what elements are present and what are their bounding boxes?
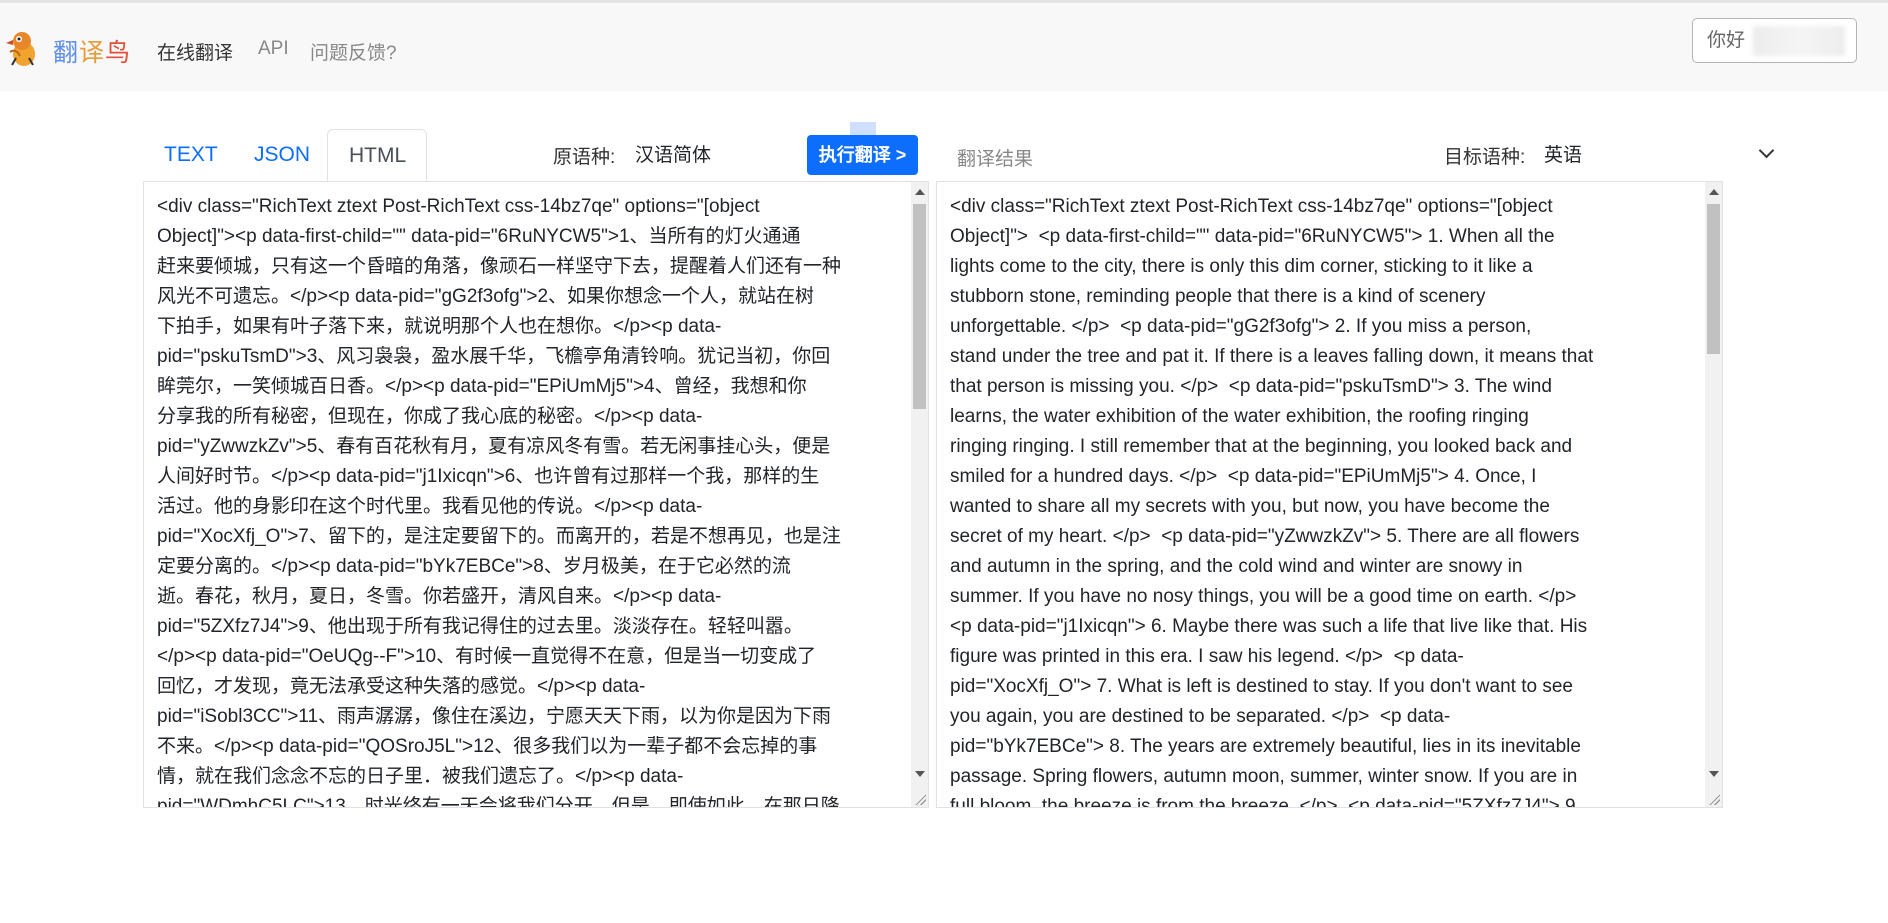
- source-language-value: 汉语简体: [635, 145, 712, 166]
- text-line: learns, the water exhibition of the wate…: [950, 406, 1529, 427]
- text-line: 情，就在我们念念不忘的日子里．被我们遗忘了。</p><p data-: [157, 766, 684, 787]
- text-line: </p><p data-pid="OeUQg--F">10、有时候一直觉得不在意…: [157, 646, 817, 667]
- result-text: <div class="RichText ztext Post-RichText…: [950, 192, 1594, 808]
- text-line: 赶来要倾城，只有这一个昏暗的角落，像顽石一样坚守下去，提醒着人们还有一种: [157, 256, 842, 277]
- text-line: summer. If you have no nosy things, you …: [950, 586, 1577, 607]
- result-label: 翻译结果: [957, 149, 1034, 170]
- redacted-blur: [1753, 26, 1845, 56]
- result-scroll-thumb[interactable]: [1707, 204, 1720, 354]
- text-line: 定要分离的。</p><p data-pid="bYk7EBCe">8、岁月极美，…: [157, 556, 791, 577]
- chevron-down-icon: [1758, 142, 1775, 159]
- text-line: pid="pskuTsmD">3、风习袅袅，盈水展千华，飞檐亭角清铃响。犹记当初…: [157, 346, 831, 367]
- text-line: full bloom, the breeze is from the breez…: [950, 796, 1581, 808]
- text-line: 分享我的所有秘密，但现在，你成了我心底的秘密。</p><p data-: [157, 406, 703, 427]
- target-language-select[interactable]: 英语: [1544, 140, 1775, 170]
- text-line: 风光不可遗忘。</p><p data-pid="gG2f3ofg">2、如果你想…: [157, 286, 815, 307]
- source-language-label: 原语种:: [553, 147, 616, 168]
- tab-json[interactable]: JSON: [233, 129, 331, 181]
- text-line: <div class="RichText ztext Post-RichText…: [157, 196, 760, 217]
- text-line: that person is missing you. </p> <p data…: [950, 376, 1552, 397]
- target-language-label: 目标语种:: [1444, 147, 1526, 168]
- text-line: 人间好时节。</p><p data-pid="j1Ixicqn">6、也许曾有过…: [157, 466, 820, 487]
- tab-text[interactable]: TEXT: [143, 129, 239, 181]
- brand-char-2: 译: [79, 39, 106, 67]
- scroll-up-icon[interactable]: [915, 189, 925, 195]
- text-line: unforgettable. </p> <p data-pid="gG2f3of…: [950, 316, 1532, 337]
- brand-char-3: 鸟: [105, 39, 132, 67]
- text-line: stubborn stone, reminding people that th…: [950, 286, 1486, 307]
- text-line: 逝。春花，秋月，夏日，冬雪。你若盛开，清风自来。</p><p data-: [157, 586, 722, 607]
- text-line: 回忆，才发现，竟无法承受这种失落的感觉。</p><p data-: [157, 676, 646, 697]
- scroll-down-icon[interactable]: [915, 771, 925, 777]
- text-line: 不来。</p><p data-pid="QOSroJ5L">12、很多我们以为一…: [157, 736, 818, 757]
- text-line: figure was printed in this era. I saw hi…: [950, 646, 1464, 667]
- text-line: you again, you are destined to be separa…: [950, 706, 1451, 727]
- text-line: 眸莞尔，一笑倾城百日香。</p><p data-pid="EPiUmMj5">4…: [157, 376, 807, 397]
- tab-html[interactable]: HTML: [327, 129, 427, 181]
- text-line: and autumn in the spring, and the cold w…: [950, 556, 1523, 577]
- text-line: <p data-pid="j1Ixicqn"> 6. Maybe there w…: [950, 616, 1588, 637]
- top-text-input[interactable]: 你好: [1692, 18, 1857, 63]
- text-line: Object]"> <p data-first-child="" data-pi…: [950, 226, 1555, 247]
- focus-marker: [850, 122, 876, 136]
- source-textarea[interactable]: <div class="RichText ztext Post-RichText…: [143, 181, 929, 808]
- target-language-value: 英语: [1544, 145, 1583, 166]
- text-line: Object]"><p data-first-child="" data-pid…: [157, 226, 801, 247]
- text-line: stand under the tree and pat it. If ther…: [950, 346, 1594, 367]
- text-line: pid="5ZXfz7J4">9、他出现于所有我记得住的过去里。淡淡存在。轻轻叫…: [157, 616, 803, 637]
- source-text: <div class="RichText ztext Post-RichText…: [157, 192, 842, 808]
- scroll-down-icon[interactable]: [1709, 771, 1719, 777]
- nav-online-translate[interactable]: 在线翻译: [157, 38, 233, 65]
- text-line: lights come to the city, there is only t…: [950, 256, 1533, 277]
- text-line: <div class="RichText ztext Post-RichText…: [950, 196, 1553, 217]
- text-line: secret of my heart. </p> <p data-pid="yZ…: [950, 526, 1580, 547]
- text-line: 下拍手，如果有叶子落下来，就说明那个人也在想你。</p><p data-: [157, 316, 722, 337]
- text-line: ringing ringing. I still remember that a…: [950, 436, 1573, 457]
- text-line: pid="XocXfj_O"> 7. What is left is desti…: [950, 676, 1573, 697]
- translate-button[interactable]: 执行翻译 >: [807, 135, 918, 175]
- source-scrollbar[interactable]: [911, 182, 928, 807]
- result-textarea[interactable]: <div class="RichText ztext Post-RichText…: [936, 181, 1723, 808]
- result-scrollbar[interactable]: [1705, 182, 1722, 807]
- text-line: wanted to share all my secrets with you,…: [950, 496, 1550, 517]
- brand-char-1: 翻: [53, 39, 80, 67]
- text-line: 活过。他的身影印在这个时代里。我看见他的传说。</p><p data-: [157, 496, 703, 517]
- text-line: smiled for a hundred days. </p> <p data-…: [950, 466, 1537, 487]
- nav-api[interactable]: API: [258, 38, 289, 60]
- scroll-up-icon[interactable]: [1709, 189, 1719, 195]
- nav-feedback[interactable]: 问题反馈?: [310, 38, 397, 65]
- resize-grip-icon[interactable]: [914, 793, 926, 805]
- text-line: pid="XocXfj_O">7、留下的，是注定要留下的。而离开的，若是不想再见…: [157, 526, 841, 547]
- text-line: pid="bYk7EBCe"> 8. The years are extreme…: [950, 736, 1581, 757]
- brand-name[interactable]: 翻译鸟: [53, 33, 131, 69]
- bird-logo-icon: [6, 32, 35, 66]
- text-line: pid="yZwwzkZv">5、春有百花秋有月，夏有凉风冬有雪。若无闲事挂心头…: [157, 436, 831, 457]
- source-scroll-thumb[interactable]: [913, 204, 926, 409]
- app-header: 翻译鸟 在线翻译 API 问题反馈? 你好: [0, 3, 1888, 91]
- resize-grip-icon[interactable]: [1708, 793, 1720, 805]
- text-line: passage. Spring flowers, autumn moon, su…: [950, 766, 1578, 787]
- text-line: pid="iSobl3CC">11、雨声潺潺，像住在溪边，宁愿天天下雨，以为你是…: [157, 706, 832, 727]
- top-input-value: 你好: [1707, 30, 1746, 51]
- text-line: pid="WDmhC5LC">13、时光终有一天会将我们分开，但是，即使如此，在…: [157, 796, 840, 808]
